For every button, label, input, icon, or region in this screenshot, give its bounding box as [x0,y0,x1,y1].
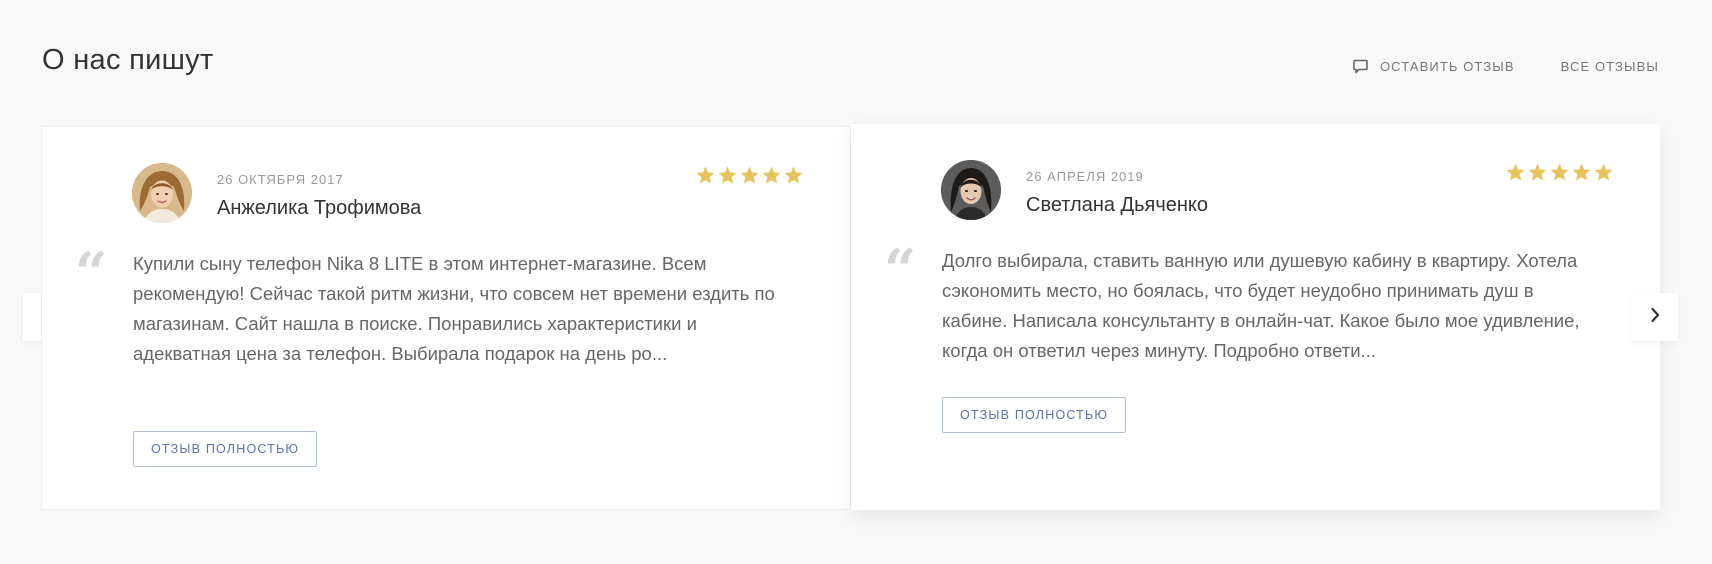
quote-icon: “ [884,237,917,303]
comment-icon [1353,59,1368,74]
rating-stars [1505,162,1614,183]
star-icon [717,165,738,186]
reviews-slider: 26 ОКТЯБРЯ 2017 Анжелика Трофимова “ Куп… [41,124,1660,510]
header-actions: ОСТАВИТЬ ОТЗЫВ ВСЕ ОТЗЫВЫ [1353,59,1659,74]
section-title: О нас пишут [42,44,214,76]
full-review-button[interactable]: ОТЗЫВ ПОЛНОСТЬЮ [942,397,1127,433]
avatar [132,163,192,223]
quote-icon: “ [75,240,108,306]
review-author: Анжелика Трофимова [217,197,422,219]
all-reviews-link[interactable]: ВСЕ ОТЗЫВЫ [1561,59,1659,74]
leave-review-label: ОСТАВИТЬ ОТЗЫВ [1379,59,1515,74]
star-icon [695,165,716,186]
chevron-right-icon [1648,306,1662,329]
star-icon [1505,162,1526,183]
star-icon [1527,162,1548,183]
star-icon [1593,162,1614,183]
star-icon [739,165,760,186]
slider-next-button[interactable] [1632,293,1678,341]
rating-stars [695,165,804,186]
review-text: Долго выбирала, ставить ванную или душев… [942,250,1580,361]
review-date: 26 ОКТЯБРЯ 2017 [217,172,344,187]
review-card: 26 АПРЕЛЯ 2019 Светлана Дьяченко “ Долго… [851,124,1660,510]
leave-review-link[interactable]: ОСТАВИТЬ ОТЗЫВ [1353,59,1515,74]
star-icon [761,165,782,186]
review-author: Светлана Дьяченко [1026,194,1209,216]
review-text: Купили сыну телефон Nika 8 LITE в этом и… [133,253,775,364]
star-icon [1571,162,1592,183]
review-date: 26 АПРЕЛЯ 2019 [1026,169,1144,184]
review-card: 26 ОКТЯБРЯ 2017 Анжелика Трофимова “ Куп… [41,126,851,510]
full-review-button[interactable]: ОТЗЫВ ПОЛНОСТЬЮ [133,431,318,467]
star-icon [783,165,804,186]
star-icon [1549,162,1570,183]
avatar [941,160,1001,220]
